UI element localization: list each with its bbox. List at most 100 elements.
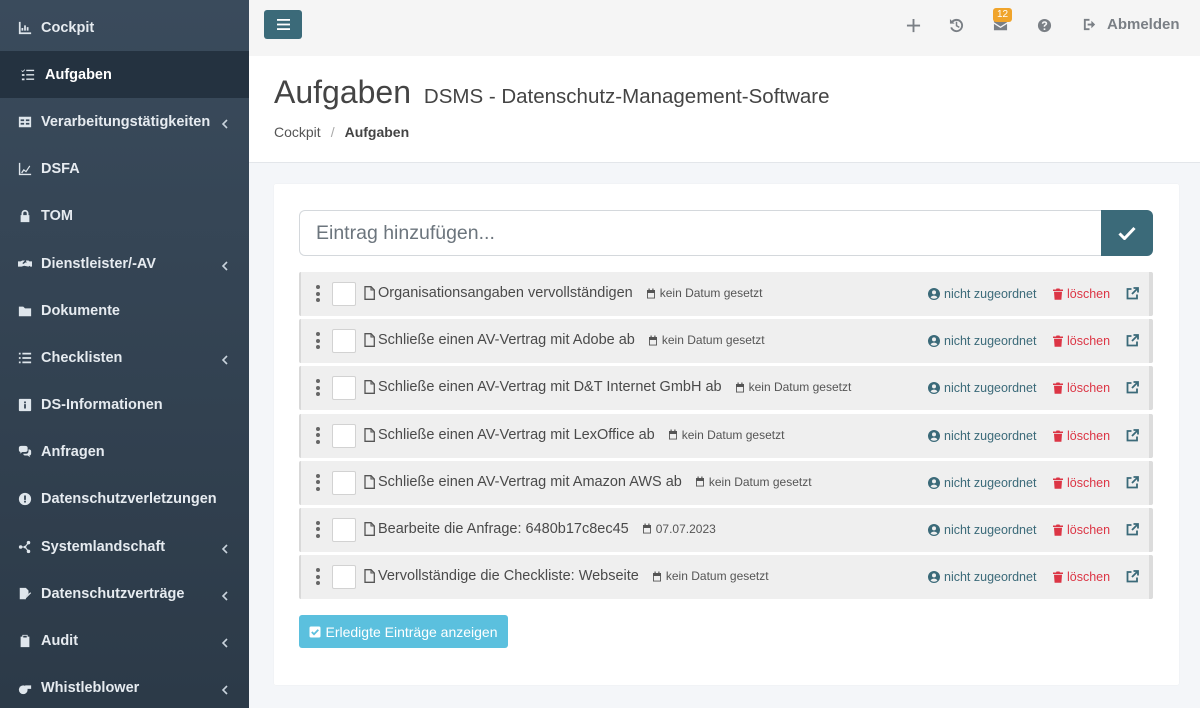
assignee-link[interactable]: nicht zugeordnet xyxy=(928,287,1036,301)
delete-label: löschen xyxy=(1067,334,1111,349)
delete-label: löschen xyxy=(1067,287,1111,301)
task-checkbox[interactable] xyxy=(332,565,356,590)
task-row: Schließe einen AV-Vertrag mit Amazon AWS… xyxy=(299,460,1153,505)
sidebar-item-dsfa[interactable]: DSFA xyxy=(0,146,249,193)
assignee-link[interactable]: nicht zugeordnet xyxy=(928,570,1036,584)
task-date[interactable]: kein Datum gesetzt xyxy=(648,333,765,347)
plus-icon xyxy=(906,18,920,32)
sign-out-icon xyxy=(1083,18,1096,31)
external-link-icon[interactable] xyxy=(1126,523,1139,536)
drag-handle-icon[interactable] xyxy=(316,332,320,350)
external-link-icon[interactable] xyxy=(1126,381,1139,394)
comments-icon xyxy=(17,444,33,460)
drag-handle-icon[interactable] xyxy=(316,426,320,445)
chevron-left-icon xyxy=(221,636,231,648)
sidebar-item-aufgaben[interactable]: Aufgaben xyxy=(0,51,249,99)
task-date[interactable]: kein Datum gesetzt xyxy=(652,569,769,583)
sidebar-item-cockpit[interactable]: Cockpit xyxy=(0,4,249,51)
external-link-icon[interactable] xyxy=(1126,334,1139,347)
drag-handle-icon[interactable] xyxy=(316,520,320,539)
sidebar-item-label: Datenschutzverletzungen xyxy=(41,491,217,508)
calendar-icon xyxy=(652,571,661,582)
sidebar-item-datenschutzverletzungen[interactable]: Datenschutzverletzungen xyxy=(0,476,249,523)
breadcrumb-home-link[interactable]: Cockpit xyxy=(274,124,321,140)
tasks-card: Organisationsangaben vervollständigen ke… xyxy=(274,184,1179,685)
delete-button[interactable]: löschen xyxy=(1053,523,1110,537)
delete-button[interactable]: löschen xyxy=(1053,381,1110,395)
drag-handle-icon[interactable] xyxy=(316,285,320,303)
check-square-icon xyxy=(309,626,321,637)
drag-handle-icon[interactable] xyxy=(316,473,320,492)
task-date-label: kein Datum gesetzt xyxy=(681,427,785,442)
task-text[interactable]: Schließe einen AV-Vertrag mit Adobe ab k… xyxy=(378,332,765,348)
assignee-link[interactable]: nicht zugeordnet xyxy=(928,476,1036,490)
trash-icon xyxy=(1053,430,1063,442)
delete-button[interactable]: löschen xyxy=(1053,476,1110,490)
calendar-icon xyxy=(668,429,677,440)
task-checkbox[interactable] xyxy=(332,470,356,495)
file-icon xyxy=(364,333,375,348)
drag-handle-icon[interactable] xyxy=(316,568,320,586)
task-date[interactable]: kein Datum gesetzt xyxy=(668,427,785,442)
external-link-icon[interactable] xyxy=(1126,570,1139,583)
task-date[interactable]: 07.07.2023 xyxy=(642,522,716,536)
task-checkbox[interactable] xyxy=(332,329,356,354)
task-text[interactable]: Schließe einen AV-Vertrag mit D&T Intern… xyxy=(378,379,851,395)
sidebar-item-datenschutzvertraege[interactable]: Datenschutzverträge xyxy=(0,570,249,617)
assignee-label: nicht zugeordnet xyxy=(944,475,1037,490)
user-circle-icon xyxy=(928,571,940,584)
assignee-link[interactable]: nicht zugeordnet xyxy=(928,381,1036,395)
history-button[interactable] xyxy=(947,16,965,34)
sidebar-item-dienstleister[interactable]: Dienstleister/-AV xyxy=(0,240,249,287)
add-entry-input[interactable] xyxy=(299,210,1102,256)
page-title: Aufgaben DSMS - Datenschutz-Management-S… xyxy=(274,74,830,111)
task-title: Schließe einen AV-Vertrag mit Amazon AWS… xyxy=(378,473,682,490)
assignee-link[interactable]: nicht zugeordnet xyxy=(928,429,1036,443)
notification-badge: 12 xyxy=(993,8,1013,22)
task-date[interactable]: kein Datum gesetzt xyxy=(735,380,852,395)
sidebar-item-audit[interactable]: Audit xyxy=(0,617,249,664)
menu-toggle-button[interactable] xyxy=(264,10,302,39)
logout-button[interactable]: Abmelden xyxy=(1082,16,1180,33)
task-date[interactable]: kein Datum gesetzt xyxy=(695,475,812,489)
assignee-link[interactable]: nicht zugeordnet xyxy=(928,523,1036,537)
external-link-icon[interactable] xyxy=(1126,428,1139,442)
task-text[interactable]: Vervollständige die Checkliste: Webseite… xyxy=(378,568,769,584)
task-text[interactable]: Schließe einen AV-Vertrag mit LexOffice … xyxy=(378,427,784,443)
task-checkbox[interactable] xyxy=(332,376,356,401)
sidebar-item-dokumente[interactable]: Dokumente xyxy=(0,287,249,334)
assignee-link[interactable]: nicht zugeordnet xyxy=(928,334,1036,348)
help-button[interactable] xyxy=(1035,16,1053,34)
sidebar-item-tom[interactable]: TOM xyxy=(0,193,249,240)
task-text[interactable]: Bearbeite die Anfrage: 6480b17c8ec45 07.… xyxy=(378,521,716,537)
task-title: Bearbeite die Anfrage: 6480b17c8ec45 xyxy=(378,520,629,537)
sidebar-item-whistleblower[interactable]: Whistleblower xyxy=(0,665,249,708)
delete-button[interactable]: löschen xyxy=(1053,429,1110,443)
plus-button[interactable] xyxy=(904,16,922,34)
sidebar-item-label: Checklisten xyxy=(41,349,123,366)
sidebar-item-checklisten[interactable]: Checklisten xyxy=(0,334,249,381)
task-checkbox[interactable] xyxy=(332,423,356,448)
task-checkbox[interactable] xyxy=(332,517,356,542)
delete-button[interactable]: löschen xyxy=(1053,287,1110,301)
folder-icon xyxy=(17,303,33,319)
sidebar-item-anfragen[interactable]: Anfragen xyxy=(0,429,249,476)
delete-button[interactable]: löschen xyxy=(1053,334,1110,348)
task-checkbox[interactable] xyxy=(332,282,356,306)
chart-area-icon xyxy=(17,161,33,177)
sidebar-item-verarbeitungstaetigkeiten[interactable]: Verarbeitungstätigkeiten xyxy=(0,98,249,145)
task-date-label: kein Datum gesetzt xyxy=(748,380,852,395)
add-entry-button[interactable] xyxy=(1101,210,1153,256)
drag-handle-icon[interactable] xyxy=(316,379,320,397)
task-title: Organisationsangaben vervollständigen xyxy=(378,285,633,301)
sidebar-item-systemlandschaft[interactable]: Systemlandschaft xyxy=(0,523,249,570)
sidebar-item-ds-informationen[interactable]: DS-Informationen xyxy=(0,382,249,429)
external-link-icon[interactable] xyxy=(1126,287,1139,300)
task-date[interactable]: kein Datum gesetzt xyxy=(646,286,762,300)
task-text[interactable]: Schließe einen AV-Vertrag mit Amazon AWS… xyxy=(378,474,812,490)
delete-button[interactable]: löschen xyxy=(1053,570,1110,584)
task-text[interactable]: Organisationsangaben vervollständigen ke… xyxy=(378,285,762,301)
user-circle-icon xyxy=(928,429,940,442)
show-done-button[interactable]: Erledigte Einträge anzeigen xyxy=(299,615,508,648)
external-link-icon[interactable] xyxy=(1126,475,1139,489)
